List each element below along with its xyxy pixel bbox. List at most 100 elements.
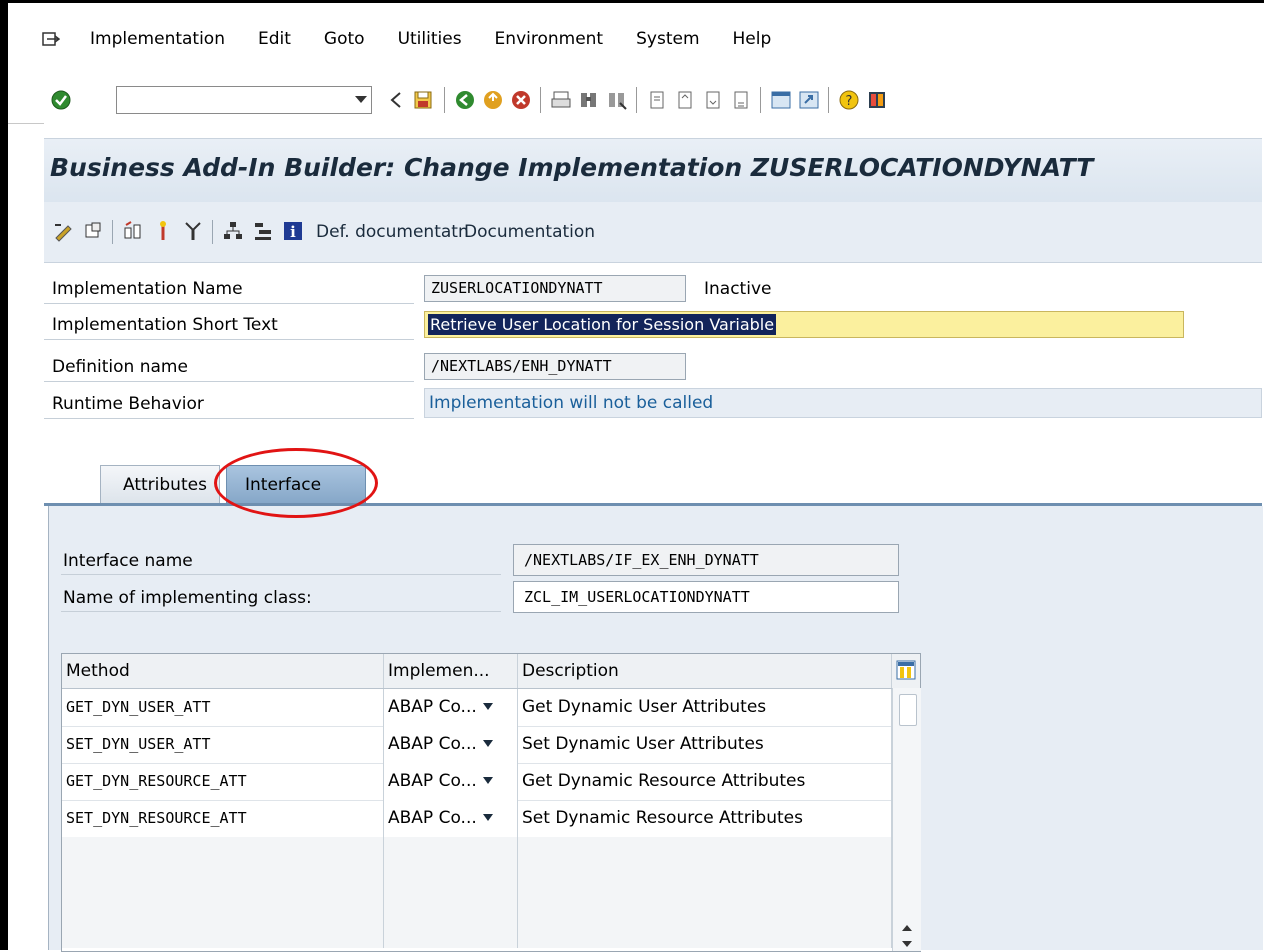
menu-goto[interactable]: Goto bbox=[324, 29, 365, 49]
impl-type-cell[interactable]: ABAP Co... bbox=[384, 763, 518, 800]
empty-cell bbox=[384, 911, 518, 948]
method-cell: SET_DYN_USER_ATT bbox=[62, 726, 384, 763]
divider bbox=[44, 418, 414, 419]
exit-icon[interactable] bbox=[482, 89, 504, 111]
dropdown-arrow-icon[interactable] bbox=[482, 740, 493, 747]
check-icon[interactable] bbox=[122, 220, 144, 242]
toolbar-separator bbox=[112, 220, 113, 244]
short-text-row: Implementation Short Text Retrieve User … bbox=[44, 309, 1262, 340]
enter-icon[interactable] bbox=[50, 89, 72, 111]
methods-table: Method Implemen... Description GET_DYN_U… bbox=[61, 653, 921, 952]
impl-type-value: ABAP Co... bbox=[388, 734, 477, 754]
short-text-value: Retrieve User Location for Session Varia… bbox=[428, 314, 777, 335]
info-icon[interactable]: i bbox=[282, 220, 304, 242]
vertical-scrollbar[interactable] bbox=[892, 688, 921, 951]
first-page-icon[interactable] bbox=[646, 89, 668, 111]
find-next-icon[interactable] bbox=[606, 89, 628, 111]
table-row[interactable]: SET_DYN_RESOURCE_ATT ABAP Co... Set Dyna… bbox=[62, 800, 892, 838]
tab-attributes[interactable]: Attributes bbox=[100, 465, 220, 503]
toolbar-separator bbox=[540, 87, 541, 113]
documentation-button[interactable]: Documentation bbox=[464, 222, 595, 242]
impl-type-cell[interactable]: ABAP Co... bbox=[384, 726, 518, 763]
dropdown-arrow-icon[interactable] bbox=[482, 814, 493, 821]
table-row[interactable]: SET_DYN_USER_ATT ABAP Co... Set Dynamic … bbox=[62, 726, 892, 764]
application-toolbar: i Def. documentatn Documentation bbox=[44, 202, 1262, 263]
toolbar-separator bbox=[212, 220, 213, 244]
impl-status-text: Inactive bbox=[704, 279, 772, 299]
table-row[interactable]: GET_DYN_USER_ATT ABAP Co... Get Dynamic … bbox=[62, 689, 892, 727]
other-object-icon[interactable] bbox=[82, 220, 104, 242]
menu-environment[interactable]: Environment bbox=[495, 29, 604, 49]
activate-icon[interactable] bbox=[152, 220, 174, 242]
back-icon[interactable] bbox=[386, 89, 408, 111]
scroll-up-icon[interactable] bbox=[901, 924, 913, 932]
last-page-icon[interactable] bbox=[730, 89, 752, 111]
table-settings-icon[interactable] bbox=[896, 660, 916, 680]
create-shortcut-icon[interactable] bbox=[798, 89, 820, 111]
deactivate-icon[interactable] bbox=[182, 220, 204, 242]
empty-cell bbox=[62, 911, 384, 948]
display-change-icon[interactable] bbox=[52, 220, 74, 242]
impl-type-cell[interactable]: ABAP Co... bbox=[384, 800, 518, 837]
menu-system[interactable]: System bbox=[636, 29, 699, 49]
impl-type-cell[interactable]: ABAP Co... bbox=[384, 689, 518, 726]
method-cell: GET_DYN_USER_ATT bbox=[62, 689, 384, 726]
impl-type-value: ABAP Co... bbox=[388, 771, 477, 791]
empty-cell bbox=[384, 874, 518, 911]
menu-edit[interactable]: Edit bbox=[258, 29, 291, 49]
previous-page-icon[interactable] bbox=[674, 89, 696, 111]
menu-system-icon[interactable] bbox=[42, 31, 60, 49]
table-row[interactable]: GET_DYN_RESOURCE_ATT ABAP Co... Get Dyna… bbox=[62, 763, 892, 801]
hierarchy-icon[interactable] bbox=[222, 220, 244, 242]
back-nav-icon[interactable] bbox=[454, 89, 476, 111]
empty-cell bbox=[62, 837, 384, 874]
short-text-label: Implementation Short Text bbox=[52, 315, 278, 335]
interface-name-field[interactable]: /NEXTLABS/IF_EX_ENH_DYNATT bbox=[513, 544, 899, 576]
dropdown-arrow-icon[interactable] bbox=[482, 703, 493, 710]
title-bar: Business Add-In Builder: Change Implemen… bbox=[44, 138, 1262, 203]
table-row-empty[interactable] bbox=[62, 837, 892, 875]
chevron-down-icon[interactable] bbox=[355, 96, 367, 103]
customize-layout-icon[interactable] bbox=[866, 89, 888, 111]
window-left-border bbox=[0, 0, 8, 950]
table-header: Method Implemen... Description bbox=[62, 654, 920, 689]
menu-utilities[interactable]: Utilities bbox=[398, 29, 462, 49]
command-field[interactable] bbox=[116, 86, 372, 114]
save-icon[interactable] bbox=[412, 89, 434, 111]
table-row-empty[interactable] bbox=[62, 911, 892, 948]
column-header-description[interactable]: Description bbox=[518, 654, 892, 688]
find-icon[interactable] bbox=[578, 89, 600, 111]
runtime-value: Implementation will not be called bbox=[429, 393, 714, 413]
print-icon[interactable] bbox=[550, 89, 572, 111]
dropdown-arrow-icon[interactable] bbox=[482, 777, 493, 784]
empty-cell bbox=[518, 837, 892, 874]
scrollbar-thumb[interactable] bbox=[899, 694, 917, 726]
help-icon[interactable]: ? bbox=[838, 89, 860, 111]
table-row-empty[interactable] bbox=[62, 874, 892, 912]
divider bbox=[61, 611, 501, 612]
description-cell: Get Dynamic Resource Attributes bbox=[518, 763, 892, 800]
short-text-input[interactable]: Retrieve User Location for Session Varia… bbox=[424, 311, 1184, 338]
scroll-down-icon[interactable] bbox=[901, 940, 913, 948]
menu-help[interactable]: Help bbox=[733, 29, 772, 49]
definition-name-field[interactable]: /NEXTLABS/ENH_DYNATT bbox=[424, 353, 686, 380]
impl-name-label: Implementation Name bbox=[52, 279, 243, 299]
menu-implementation[interactable]: Implementation bbox=[90, 29, 225, 49]
tab-attributes-label: Attributes bbox=[123, 475, 207, 495]
tree-icon[interactable] bbox=[252, 220, 274, 242]
create-session-icon[interactable] bbox=[770, 89, 792, 111]
main-content: Business Add-In Builder: Change Implemen… bbox=[44, 123, 1263, 952]
impl-type-value: ABAP Co... bbox=[388, 697, 477, 717]
toolbar-separator bbox=[636, 87, 637, 113]
definition-name-label: Definition name bbox=[52, 357, 188, 377]
next-page-icon[interactable] bbox=[702, 89, 724, 111]
impl-class-label: Name of implementing class: bbox=[63, 588, 312, 608]
empty-cell bbox=[518, 874, 892, 911]
def-documentation-button[interactable]: Def. documentatn bbox=[316, 222, 469, 242]
impl-name-field[interactable]: ZUSERLOCATIONDYNATT bbox=[424, 275, 686, 302]
impl-class-field[interactable]: ZCL_IM_USERLOCATIONDYNATT bbox=[513, 581, 899, 613]
cancel-icon[interactable] bbox=[510, 89, 532, 111]
column-header-impl-type[interactable]: Implemen... bbox=[384, 654, 518, 688]
impl-name-row: Implementation Name ZUSERLOCATIONDYNATT … bbox=[44, 273, 1262, 304]
column-header-method[interactable]: Method bbox=[62, 654, 384, 688]
